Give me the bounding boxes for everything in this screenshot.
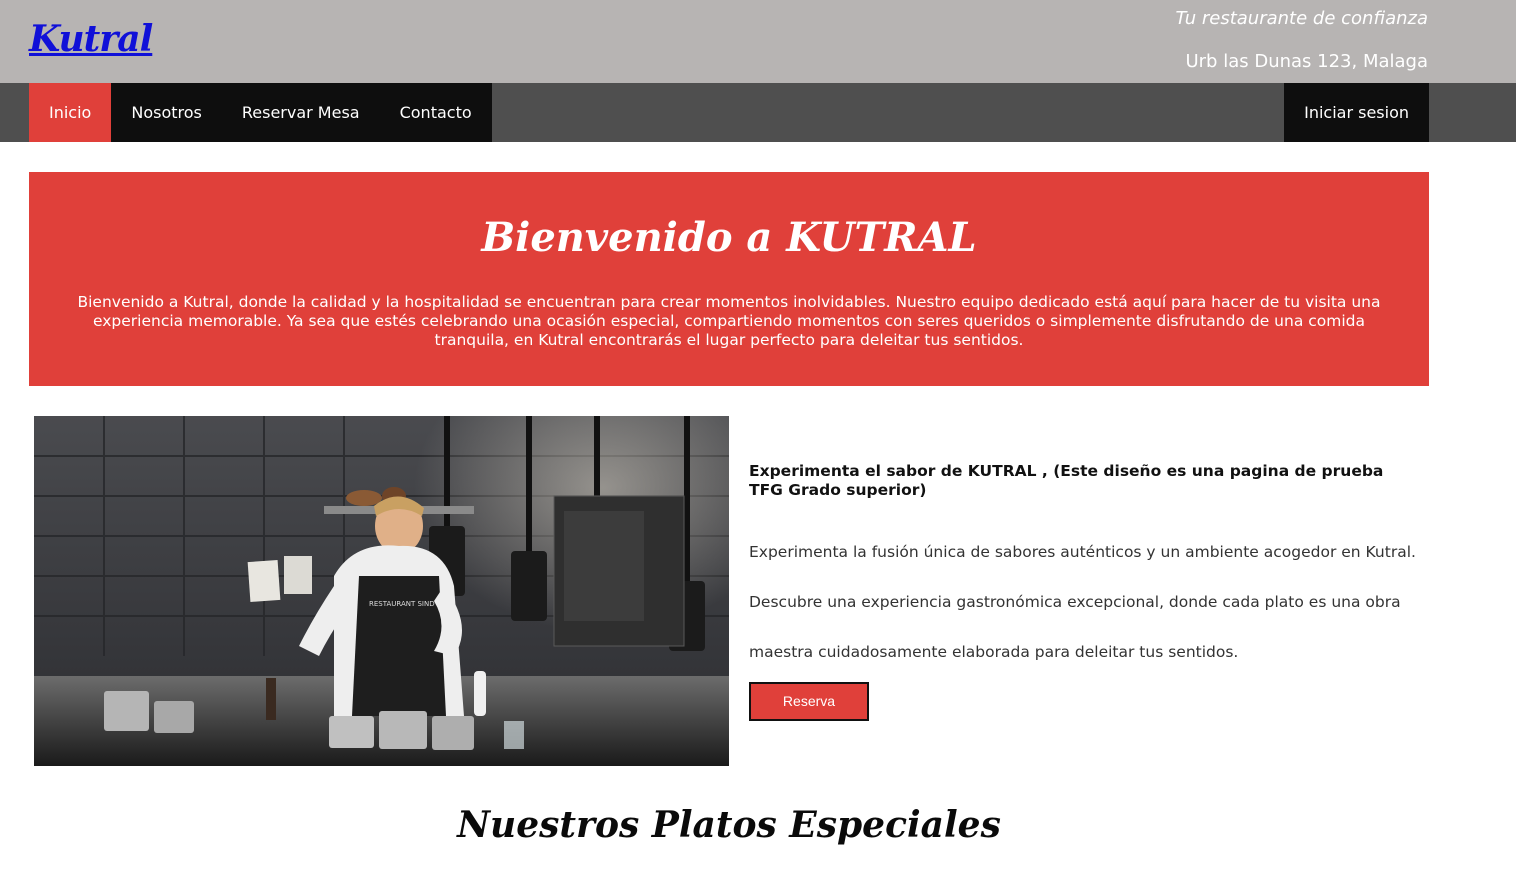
main-navbar: Inicio Nosotros Reservar Mesa Contacto I… — [0, 83, 1516, 142]
nav-item-reservar-mesa[interactable]: Reservar Mesa — [222, 83, 380, 142]
nav-item-inicio[interactable]: Inicio — [29, 83, 112, 142]
intro-body: Experimenta la fusión única de sabores a… — [749, 543, 1416, 661]
welcome-title: Bienvenido a KUTRAL — [481, 214, 977, 261]
apron-text: RESTAURANT SIND — [369, 600, 435, 608]
specials-title: Nuestros Platos Especiales — [457, 804, 1001, 846]
nav-menu: Inicio Nosotros Reservar Mesa Contacto — [29, 83, 492, 142]
reserve-button[interactable]: Reserva — [749, 682, 869, 721]
intro-heading: Experimenta el sabor de KUTRAL , (Este d… — [749, 462, 1384, 499]
tagline: Tu restaurante de confianza — [1175, 8, 1428, 29]
address: Urb las Dunas 123, Malaga — [1185, 51, 1428, 72]
login-link[interactable]: Iniciar sesion — [1284, 83, 1429, 142]
nav-item-contacto[interactable]: Contacto — [380, 83, 492, 142]
welcome-text: Bienvenido a Kutral, donde la calidad y … — [77, 293, 1381, 349]
brand-logo-link[interactable]: Kutral — [29, 18, 153, 60]
welcome-banner: Bienvenido a KUTRAL Bienvenido a Kutral,… — [29, 172, 1429, 386]
kitchen-chef-photo: RESTAURANT SIND — [34, 416, 729, 766]
nav-item-nosotros[interactable]: Nosotros — [111, 83, 222, 142]
top-header: Kutral Tu restaurante de confianza Urb l… — [0, 0, 1516, 83]
